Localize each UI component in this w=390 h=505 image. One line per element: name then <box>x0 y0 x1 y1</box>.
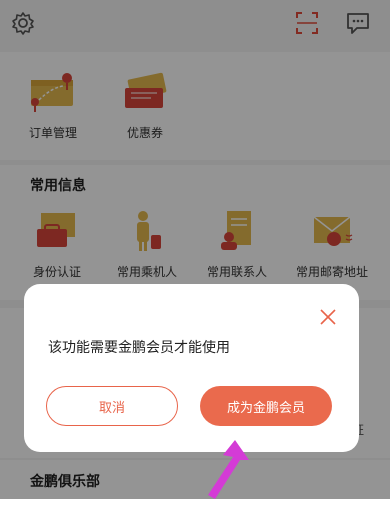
dialog-message: 该功能需要金鹏会员才能使用 <box>48 340 230 356</box>
cancel-button[interactable]: 取消 <box>46 386 178 426</box>
close-icon[interactable] <box>319 308 337 326</box>
member-required-dialog: 该功能需要金鹏会员才能使用 取消 成为金鹏会员 <box>24 284 359 452</box>
pointer-arrow-icon <box>208 440 249 499</box>
become-member-button[interactable]: 成为金鹏会员 <box>200 386 332 426</box>
